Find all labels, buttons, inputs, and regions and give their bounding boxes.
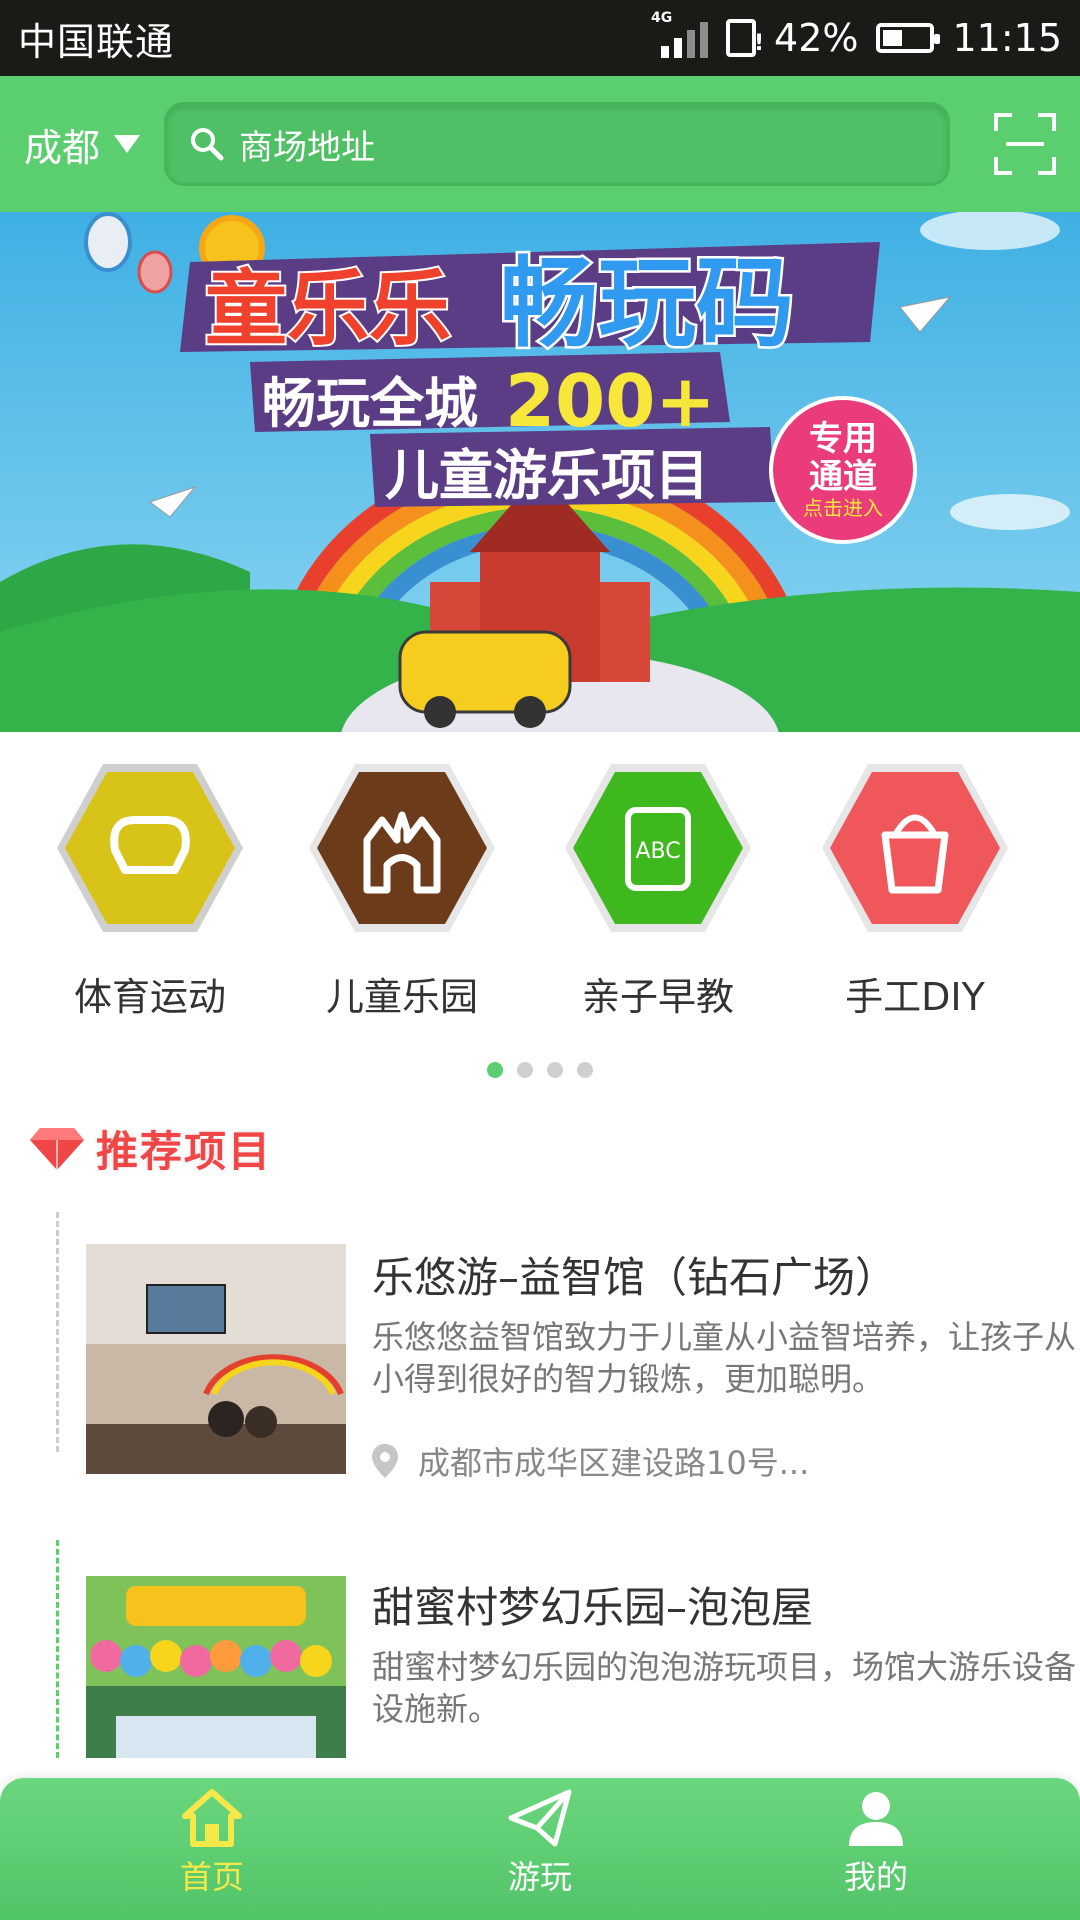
project-title: 乐悠游–益智馆（钻石广场） — [372, 1253, 898, 1302]
category-playground[interactable]: 儿童乐园 — [302, 760, 502, 1021]
badge-line3: 点击进入 — [803, 496, 883, 520]
svg-text:ABC: ABC — [635, 839, 680, 864]
app-screen: 中国联通 4G 42% 11:15 成都 商场地址 — [0, 0, 1080, 1920]
pager-dot[interactable] — [487, 1062, 503, 1078]
project-thumbnail — [86, 1576, 346, 1758]
project-title: 甜蜜村梦幻乐园–泡泡屋 — [372, 1583, 814, 1632]
home-icon — [182, 1789, 242, 1847]
search-placeholder: 商场地址 — [239, 127, 376, 168]
category-diy[interactable]: 手工DIY — [815, 760, 1015, 1021]
user-icon — [849, 1792, 903, 1846]
status-bar: 中国联通 4G 42% 11:15 — [0, 0, 1080, 76]
bottom-tab-bar: 首页 游玩 我的 — [0, 1778, 1080, 1920]
category-early-education[interactable]: ABC 亲子早教 — [558, 760, 758, 1021]
project-card[interactable]: 乐悠游–益智馆（钻石广场） 乐悠悠益智馆致力于儿童从小益智培养，让孩子从小得到很… — [56, 1212, 1076, 1482]
project-thumbnail — [86, 1244, 346, 1474]
category-label: 手工DIY — [845, 975, 985, 1019]
search-input[interactable]: 商场地址 — [164, 102, 951, 186]
section-title: 推荐项目 — [96, 1127, 273, 1176]
muscle-icon — [57, 764, 243, 932]
category-sports[interactable]: 体育运动 — [50, 760, 250, 1021]
balloon-icon — [84, 212, 132, 272]
scan-icon[interactable] — [994, 113, 1056, 175]
abc-book-icon: ABC — [565, 764, 751, 932]
category-label: 亲子早教 — [581, 975, 734, 1019]
tab-label: 我的 — [843, 1858, 908, 1896]
location-pin-icon — [372, 1444, 398, 1478]
project-description: 乐悠悠益智馆致力于儿童从小益智培养，让孩子从小得到很好的智力锻炼，更加聪明。 — [372, 1318, 1077, 1398]
battery-percent: 42% — [774, 16, 859, 60]
pager-dot[interactable] — [577, 1062, 593, 1078]
project-card[interactable]: 甜蜜村梦幻乐园–泡泡屋 甜蜜村梦幻乐园的泡泡游玩项目，场馆大游乐设备设施新。 — [56, 1540, 1076, 1758]
banner-line3: 儿童游乐项目 — [385, 444, 709, 507]
timeline-rail — [56, 1540, 59, 1758]
category-label: 儿童乐园 — [325, 975, 478, 1019]
search-icon — [191, 128, 224, 161]
tab-play[interactable]: 游玩 — [440, 1788, 640, 1898]
badge-line1: 专用 — [809, 419, 877, 459]
badge-line2: 通道 — [809, 457, 877, 497]
carrier-name: 中国联通 — [18, 19, 175, 64]
tab-home[interactable]: 首页 — [112, 1788, 312, 1898]
pager-dot[interactable] — [547, 1062, 563, 1078]
category-label: 体育运动 — [73, 975, 226, 1019]
timeline-rail — [56, 1212, 59, 1452]
paint-bucket-icon — [822, 764, 1008, 932]
category-pager — [0, 1062, 1080, 1078]
tab-label: 首页 — [179, 1858, 244, 1896]
project-address: 成都市成华区建设路10号... — [372, 1438, 809, 1484]
city-label: 成都 — [24, 125, 101, 170]
network-type: 4G — [651, 10, 673, 26]
banner-line1-a: 童乐乐 — [205, 262, 451, 357]
caret-down-icon — [114, 135, 141, 153]
tab-mine[interactable]: 我的 — [776, 1788, 976, 1898]
diamond-icon — [30, 1127, 84, 1170]
address-text: 成都市成华区建设路10号... — [418, 1444, 810, 1482]
battery-icon — [876, 23, 941, 53]
project-description: 甜蜜村梦幻乐园的泡泡游玩项目，场馆大游乐设备设施新。 — [372, 1648, 1077, 1728]
clock: 11:15 — [952, 16, 1062, 60]
top-bar: 成都 商场地址 — [0, 76, 1080, 212]
castle-icon — [309, 764, 495, 932]
paper-plane-icon — [508, 1789, 572, 1847]
special-channel-badge: 专用 通道 点击进入 — [769, 396, 917, 544]
pager-dot[interactable] — [517, 1062, 533, 1078]
section-header: 推荐项目 — [28, 1118, 272, 1179]
tab-label: 游玩 — [507, 1858, 572, 1896]
sim-alert-icon — [726, 19, 764, 57]
category-grid: 体育运动 儿童乐园 ABC 亲子早教 手工DIY — [0, 760, 1080, 1030]
city-selector[interactable]: 成都 — [24, 117, 141, 172]
banner-line1-b: 畅玩码 — [500, 247, 794, 361]
signal-icon: 4G — [651, 10, 709, 58]
promo-banner[interactable]: 童乐乐 畅玩码 畅玩全城 200+ 儿童游乐项目 专用 通道 点击进入 — [0, 212, 1080, 732]
banner-line2-a: 畅玩全城 — [262, 372, 478, 435]
